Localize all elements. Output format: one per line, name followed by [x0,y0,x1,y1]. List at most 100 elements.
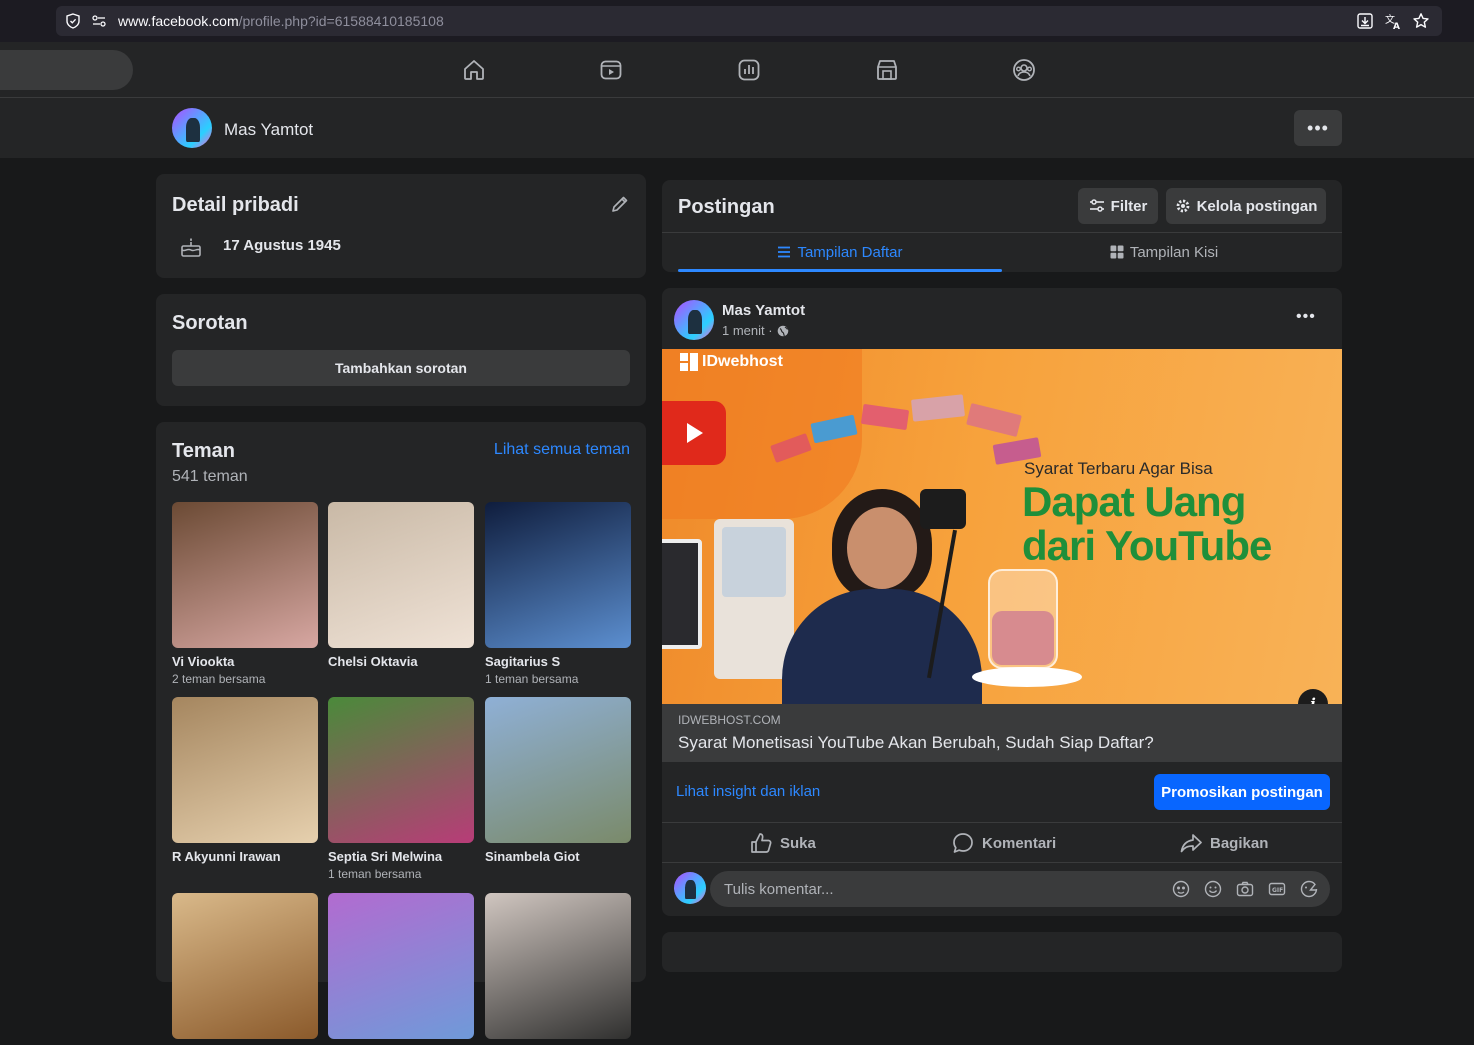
url-text[interactable]: www.facebook.com/profile.php?id=61588410… [118,13,444,29]
friend-name[interactable]: Vi Viookta [172,654,318,669]
friend-photo[interactable] [172,502,318,648]
post-author-avatar[interactable] [674,300,714,340]
friend-item[interactable]: Septia Sri Melwina 1 teman bersama [328,697,474,881]
profile-name[interactable]: Mas Yamtot [224,120,313,140]
link-title: Syarat Monetisasi YouTube Akan Berubah, … [678,733,1154,752]
ad-info-icon[interactable]: i [1298,689,1328,704]
commenter-avatar[interactable] [674,872,706,904]
insights-link[interactable]: Lihat insight dan iklan [676,783,820,800]
card-title: Detail pribadi [172,194,299,216]
friend-item[interactable]: Chelsi Oktavia [328,502,474,672]
play-button-icon [662,401,726,465]
friend-name[interactable]: Chelsi Oktavia [328,654,474,669]
friend-name[interactable]: Sinambela Giot [485,849,631,864]
promote-post-button[interactable]: Promosikan postingan [1154,774,1330,810]
download-icon[interactable] [1356,12,1374,30]
friend-name[interactable]: Sagitarius S [485,654,631,669]
share-button[interactable]: Bagikan [1180,830,1268,856]
friend-photo[interactable] [328,697,474,843]
friend-item[interactable]: R Akyunni Irawan [172,697,318,867]
permissions-icon[interactable] [90,12,108,30]
friends-count: 541 teman [172,468,248,485]
marketplace-icon[interactable] [873,56,901,84]
post-meta: 1 menit · [722,323,789,338]
tab-list-label: Tampilan Daftar [797,243,903,261]
friend-item[interactable]: Sinambela Giot [485,697,631,867]
globe-icon [777,325,788,336]
comment-input[interactable]: Tulis komentar... GIF [710,871,1330,907]
shield-icon[interactable] [64,12,82,30]
monitor-illustration [662,539,702,649]
groups-icon[interactable] [1010,56,1038,84]
friend-mutual: 1 teman bersama [328,867,422,881]
gif-icon[interactable]: GIF [1268,880,1286,898]
post-more-button[interactable]: ••• [1296,308,1316,326]
friend-item[interactable] [328,893,474,1045]
ad-image[interactable]: IDwebhost Syarat Terbaru Agar Bisa Dapat… [662,349,1342,704]
birthday-text: 17 Agustus 1945 [223,237,341,254]
link-domain: IDWEBHOST.COM [678,713,781,727]
video-icon[interactable] [597,56,625,84]
friend-mutual: 2 teman bersama [172,672,266,686]
manage-posts-button[interactable]: Kelola postingan [1166,188,1326,224]
divider [662,822,1342,823]
address-bar[interactable]: www.facebook.com/profile.php?id=61588410… [56,6,1442,36]
ad-headline-2: dari YouTube [1022,522,1272,569]
friend-photo[interactable] [328,502,474,648]
ad-subheadline: Syarat Terbaru Agar Bisa [1024,459,1213,478]
avatar-sticker-icon[interactable] [1172,880,1190,898]
friend-name[interactable]: Septia Sri Melwina [328,849,474,864]
posts-title: Postingan [678,196,775,218]
comment-button[interactable]: Komentari [952,830,1056,856]
link-preview[interactable]: IDWEBHOST.COM Syarat Monetisasi YouTube … [662,704,1342,762]
card-title: Sorotan [172,312,248,334]
sticker-icon[interactable] [1300,880,1318,898]
like-button[interactable]: Suka [750,830,816,856]
grid-icon [1110,245,1124,259]
comment-label: Komentari [982,834,1057,852]
birthday-cake-icon [180,236,202,263]
friend-photo[interactable] [172,893,318,1039]
friends-card: Teman 541 teman Lihat semua teman Vi Vio… [156,422,646,1039]
friend-item[interactable] [172,893,318,1045]
highlights-card: Sorotan Tambahkan sorotan [156,294,646,406]
see-all-friends-link[interactable]: Lihat semua teman [494,441,630,459]
filter-label: Filter [1110,197,1148,215]
avatar[interactable] [172,108,212,148]
post-time[interactable]: 1 menit · [722,323,773,338]
friend-item[interactable]: Sagitarius S 1 teman bersama [485,502,631,686]
friend-photo[interactable] [328,893,474,1039]
translate-icon[interactable]: 文A [1384,12,1402,30]
camera-icon[interactable] [1236,880,1254,898]
add-highlight-button[interactable]: Tambahkan sorotan [172,350,630,386]
divider [662,862,1342,863]
post-author-name[interactable]: Mas Yamtot [722,302,805,319]
money-illustration [770,389,1042,469]
list-icon [778,246,791,258]
more-options-button[interactable]: ••• [1294,110,1342,146]
search-input[interactable] [0,50,133,90]
gaming-icon[interactable] [735,56,763,84]
camera-icon [920,489,966,529]
active-tab-indicator [678,269,1002,272]
friend-item[interactable]: Vi Viookta 2 teman bersama [172,502,318,686]
bookmark-star-icon[interactable] [1412,12,1430,30]
like-label: Suka [780,834,816,852]
friend-photo[interactable] [485,502,631,648]
friend-photo[interactable] [485,697,631,843]
emoji-icon[interactable] [1204,880,1222,898]
friend-photo[interactable] [485,893,631,1039]
tab-grid-view[interactable]: Tampilan Kisi [1002,232,1326,272]
tab-list-view[interactable]: Tampilan Daftar [678,232,1002,272]
friend-item[interactable] [485,893,631,1045]
svg-text:GIF: GIF [1272,887,1283,894]
friend-mutual: 1 teman bersama [485,672,579,686]
filter-button[interactable]: Filter [1078,188,1158,224]
friend-name[interactable]: R Akyunni Irawan [172,849,318,864]
browser-toolbar: www.facebook.com/profile.php?id=61588410… [0,0,1474,42]
edit-pencil-icon[interactable] [610,194,630,219]
home-icon[interactable] [460,56,488,84]
ad-brand-logo: IDwebhost [680,353,783,371]
friend-photo[interactable] [172,697,318,843]
ad-brand-text: IDwebhost [702,353,783,370]
